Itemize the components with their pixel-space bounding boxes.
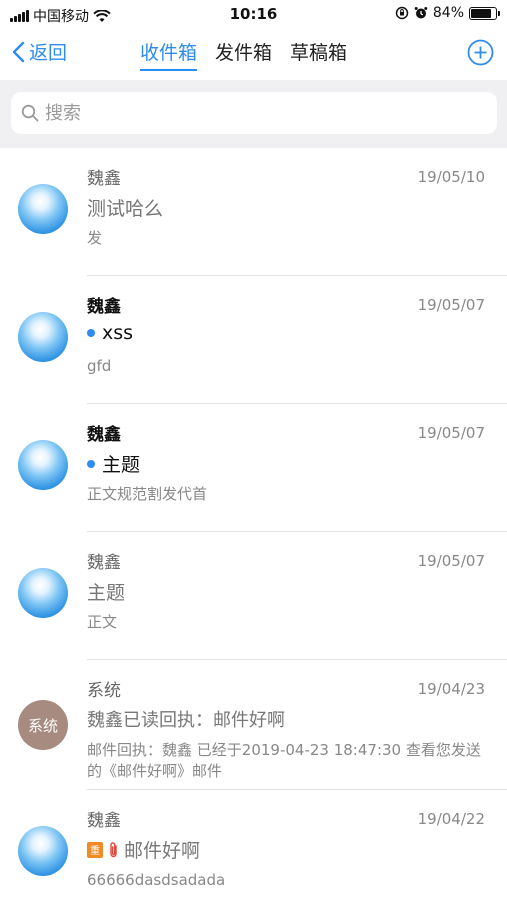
mail-item[interactable]: 魏鑫 19/04/22 重 邮件好啊 66666dasdsadada — [0, 790, 507, 900]
mail-item[interactable]: 魏鑫 19/05/07 主题 正文规范割发代首 — [0, 404, 507, 532]
mail-subject: xss — [87, 322, 133, 344]
sender-name: 魏鑫 — [87, 811, 121, 831]
battery-percent: 84% — [432, 5, 464, 21]
mail-date: 19/04/23 — [417, 680, 485, 698]
mail-subject: 重 邮件好啊 — [87, 836, 200, 863]
subject-text: 邮件好啊 — [124, 840, 201, 862]
mail-preview: 邮件回执：魏鑫 已经于2019-04-23 18:47:30 查看您发送的《邮件… — [87, 741, 481, 780]
unread-dot-icon — [87, 459, 95, 468]
mail-date: 19/05/07 — [417, 552, 485, 570]
mail-list: 魏鑫 19/05/10 测试哈么 发 魏鑫 19/05/07 xss gfd 魏… — [0, 148, 507, 900]
back-label: 返回 — [29, 42, 68, 64]
search-icon — [21, 104, 39, 122]
alarm-icon — [414, 7, 428, 19]
mail-date: 19/04/22 — [417, 810, 485, 828]
subject-text: 魏鑫已读回执：邮件好啊 — [87, 710, 285, 731]
avatar: 系统 — [18, 700, 68, 750]
avatar-text: 系统 — [27, 716, 58, 735]
mailbox-tabs: 收件箱 发件箱 草稿箱 — [140, 38, 347, 71]
tab-drafts[interactable]: 草稿箱 — [290, 38, 347, 71]
avatar — [18, 568, 68, 618]
sender-name: 魏鑫 — [87, 169, 121, 189]
avatar — [18, 440, 68, 490]
nav-bar: 返回 收件箱 发件箱 草稿箱 — [0, 30, 507, 78]
mail-item[interactable]: 系统 系统 19/04/23 魏鑫已读回执：邮件好啊 邮件回执：魏鑫 已经于20… — [0, 660, 507, 790]
mail-subject: 魏鑫已读回执：邮件好啊 — [87, 706, 285, 732]
tab-inbox[interactable]: 收件箱 — [140, 38, 198, 71]
orientation-lock-icon — [395, 6, 409, 20]
subject-text: 主题 — [87, 582, 126, 604]
mail-item[interactable]: 魏鑫 19/05/07 主题 正文 — [0, 532, 507, 660]
unread-dot-icon — [87, 329, 95, 337]
important-badge: 重 — [87, 841, 103, 858]
tab-sent[interactable]: 发件箱 — [215, 38, 272, 71]
battery-icon — [469, 6, 500, 20]
plus-circle-icon — [467, 39, 494, 66]
compose-button[interactable] — [467, 39, 494, 70]
avatar — [18, 184, 68, 234]
mail-item[interactable]: 魏鑫 19/05/10 测试哈么 发 — [0, 148, 507, 276]
sender-name: 魏鑫 — [87, 425, 121, 445]
mail-preview: 正文规范割发代首 — [87, 485, 208, 503]
mail-subject: 测试哈么 — [87, 194, 163, 221]
sender-name: 魏鑫 — [87, 553, 121, 573]
search-bar — [0, 80, 507, 148]
mail-date: 19/05/07 — [417, 424, 485, 442]
search-input[interactable] — [45, 102, 465, 124]
mail-preview: 正文 — [87, 613, 118, 631]
sender-name: 系统 — [87, 681, 121, 701]
sender-name: 魏鑫 — [87, 297, 121, 317]
avatar — [18, 826, 68, 876]
paperclip-icon — [108, 841, 119, 859]
mail-date: 19/05/10 — [417, 168, 485, 186]
mail-subject: 主题 — [87, 450, 140, 477]
chevron-left-icon — [12, 41, 25, 62]
mail-date: 19/05/07 — [417, 296, 485, 314]
mail-preview: 发 — [87, 229, 103, 247]
subject-text: 测试哈么 — [87, 198, 164, 220]
subject-text: 主题 — [102, 454, 141, 476]
subject-text: xss — [102, 322, 134, 344]
back-button[interactable]: 返回 — [12, 38, 67, 65]
avatar — [18, 312, 68, 362]
mail-preview: 66666dasdsadada — [87, 871, 226, 889]
mail-subject: 主题 — [87, 578, 125, 605]
search-box[interactable] — [11, 92, 497, 134]
mail-preview: gfd — [87, 357, 112, 375]
mail-item[interactable]: 魏鑫 19/05/07 xss gfd — [0, 276, 507, 404]
status-bar: 中国移动 10:16 84% — [0, 0, 507, 30]
